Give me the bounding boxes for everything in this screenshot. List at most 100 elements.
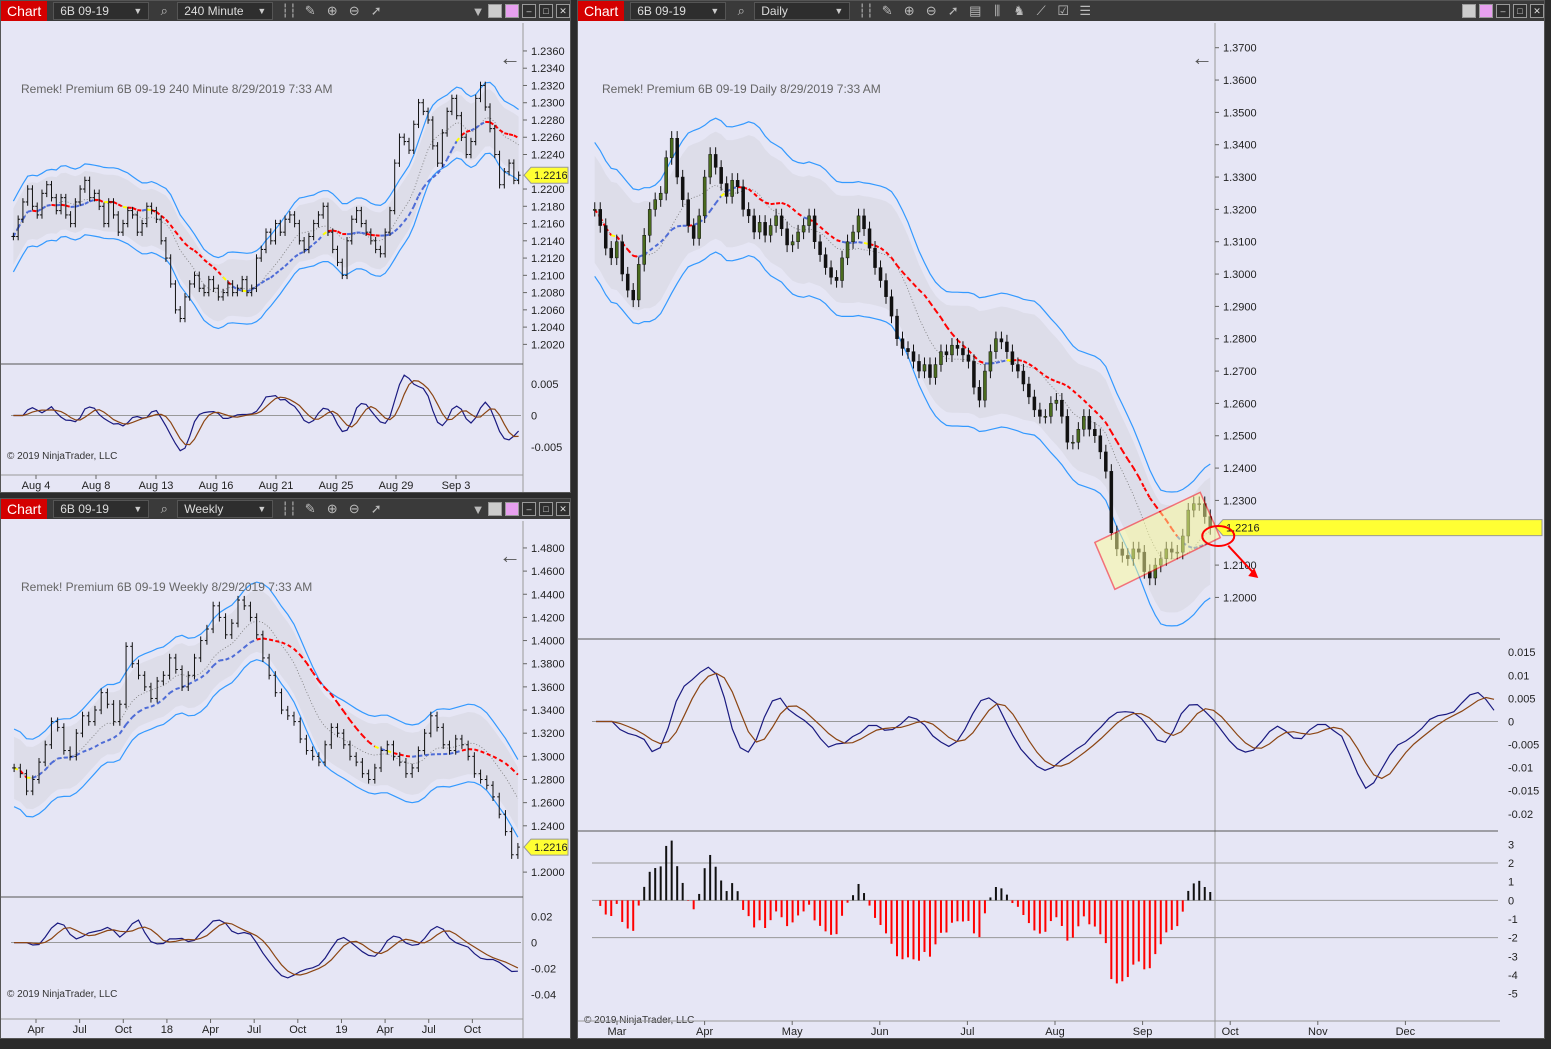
oscillator-fast-line xyxy=(596,666,1495,790)
y-tick-label: 1.2120 xyxy=(531,253,565,265)
pointer-icon[interactable]: ➚ xyxy=(369,501,383,517)
oscillator-tick-label: 0 xyxy=(531,938,537,950)
candle-body xyxy=(950,344,954,356)
candle-body xyxy=(1060,399,1064,417)
color-icon[interactable] xyxy=(1479,4,1493,18)
histogram-bar xyxy=(621,900,624,922)
y-tick-label: 1.2360 xyxy=(531,46,565,58)
histogram-bar xyxy=(654,868,657,901)
candle-body xyxy=(658,192,663,200)
trend-icon[interactable]: ⟋ xyxy=(1034,3,1048,19)
y-tick-label: 1.2260 xyxy=(531,132,565,144)
color-icon[interactable] xyxy=(505,502,519,516)
chart-title[interactable]: Chart xyxy=(1,1,48,21)
histogram-bar xyxy=(1082,900,1085,917)
candle-body xyxy=(1005,341,1009,352)
minimize-icon[interactable]: – xyxy=(522,4,536,18)
bar-type-icon[interactable]: ┆┆ xyxy=(281,501,297,517)
strategies-icon[interactable]: ♞ xyxy=(1012,3,1026,19)
chart-plot-daily[interactable]: 1.3700 1.3600 1.3500 1.3400 1.3300 1.3200 1.31… xyxy=(578,23,1544,1038)
search-icon[interactable]: ⌕ xyxy=(157,3,171,19)
histogram-bar xyxy=(1115,900,1118,984)
chart-title[interactable]: Chart xyxy=(1,499,48,519)
search-icon[interactable]: ⌕ xyxy=(157,501,171,517)
histogram-tick-label: -3 xyxy=(1508,951,1518,963)
histogram-bar xyxy=(939,900,942,933)
y-tick-label: 1.3800 xyxy=(531,659,565,671)
maximize-icon[interactable]: □ xyxy=(539,502,553,516)
zoom-in-icon[interactable]: ⊕ xyxy=(902,3,916,19)
oscillator-tick-label: -0.015 xyxy=(1508,786,1539,798)
histogram-bar xyxy=(1033,900,1036,931)
bar-type-icon[interactable]: ┆┆ xyxy=(858,3,874,19)
drawing-tool-icon[interactable]: ✎ xyxy=(880,3,894,19)
histogram-bar xyxy=(742,900,745,910)
candle-body xyxy=(1093,429,1097,436)
minimize-icon[interactable]: – xyxy=(522,502,536,516)
close-icon[interactable]: ✕ xyxy=(556,4,570,18)
minimize-icon[interactable]: – xyxy=(1496,4,1510,18)
dropdown-icon[interactable]: ▼ xyxy=(471,502,485,517)
back-arrow-icon[interactable]: ← xyxy=(499,543,521,568)
y-tick-label: 1.4800 xyxy=(531,543,565,555)
interval-selector[interactable]: Daily ▼ xyxy=(754,2,851,20)
instrument-selector[interactable]: 6B 09-19 ▼ xyxy=(53,500,150,518)
close-icon[interactable]: ✕ xyxy=(1530,4,1544,18)
histogram-bar xyxy=(703,868,706,901)
y-tick-label: 1.2100 xyxy=(531,270,565,282)
candle-body xyxy=(636,264,641,301)
indicators-icon[interactable]: ⫼ xyxy=(990,3,1004,19)
zoom-out-icon[interactable]: ⊖ xyxy=(924,3,938,19)
drawing-tool-icon[interactable]: ✎ xyxy=(303,501,317,517)
zoom-in-icon[interactable]: ⊕ xyxy=(325,501,339,517)
candle-body xyxy=(988,351,993,372)
instrument-selector[interactable]: 6B 09-19 ▼ xyxy=(53,2,150,20)
histogram-bar xyxy=(819,900,822,926)
restore-icon[interactable] xyxy=(1462,4,1476,18)
pointer-icon[interactable]: ➚ xyxy=(946,3,960,19)
maximize-icon[interactable]: □ xyxy=(539,4,553,18)
copyright-text: © 2019 NinjaTrader, LLC xyxy=(7,989,117,1000)
close-icon[interactable]: ✕ xyxy=(556,502,570,516)
search-icon[interactable]: ⌕ xyxy=(734,3,748,19)
chart-plot-240-minute[interactable]: 1.2360 1.2340 1.2320 1.2300 1.2280 1.2260 1.22… xyxy=(1,23,570,492)
chart-window-240-minute: Chart 6B 09-19 ▼ ⌕ 240 Minute ▼ ┆┆ ✎ ⊕ ⊖ ➚… xyxy=(0,0,571,493)
restore-icon[interactable] xyxy=(488,4,502,18)
candle-body xyxy=(768,225,773,236)
histogram-bar xyxy=(1137,900,1140,962)
y-tick-label: 1.3400 xyxy=(531,705,565,717)
candle-body xyxy=(928,364,932,378)
histogram-bar xyxy=(626,900,629,929)
x-tick-label: Apr xyxy=(377,1024,394,1036)
histogram-bar xyxy=(1016,900,1019,907)
back-arrow-icon[interactable]: ← xyxy=(499,45,521,70)
bar-type-icon[interactable]: ┆┆ xyxy=(281,3,297,19)
x-tick-label: Oct xyxy=(1222,1026,1239,1038)
chart-plot-weekly[interactable]: 1.4800 1.4600 1.4400 1.4200 1.4000 1.3800 1.36… xyxy=(1,521,570,1038)
back-arrow-icon[interactable]: ← xyxy=(1191,45,1213,70)
histogram-bar xyxy=(945,900,948,933)
interval-selector[interactable]: 240 Minute ▼ xyxy=(177,2,274,20)
drawing-tool-icon[interactable]: ✎ xyxy=(303,3,317,19)
interval-selector[interactable]: Weekly ▼ xyxy=(177,500,274,518)
color-icon[interactable] xyxy=(505,4,519,18)
x-tick-label: Oct xyxy=(289,1024,306,1036)
chart-title[interactable]: Chart xyxy=(578,1,625,21)
zoom-out-icon[interactable]: ⊖ xyxy=(347,3,361,19)
maximize-icon[interactable]: □ xyxy=(1513,4,1527,18)
candle-body xyxy=(1010,351,1015,365)
properties-icon[interactable]: ☑ xyxy=(1056,3,1070,19)
zoom-out-icon[interactable]: ⊖ xyxy=(347,501,361,517)
instrument-selector[interactable]: 6B 09-19 ▼ xyxy=(630,2,727,20)
histogram-bar xyxy=(1060,900,1063,926)
list-icon[interactable]: ☰ xyxy=(1078,3,1092,19)
dropdown-icon[interactable]: ▼ xyxy=(471,4,485,19)
x-tick-label: Apr xyxy=(27,1024,44,1036)
candle-body xyxy=(763,222,767,236)
restore-icon[interactable] xyxy=(488,502,502,516)
data-box-icon[interactable]: ▤ xyxy=(968,3,982,19)
pointer-icon[interactable]: ➚ xyxy=(369,3,383,19)
histogram-bar xyxy=(994,887,997,901)
zoom-in-icon[interactable]: ⊕ xyxy=(325,3,339,19)
histogram-bar xyxy=(841,900,844,916)
